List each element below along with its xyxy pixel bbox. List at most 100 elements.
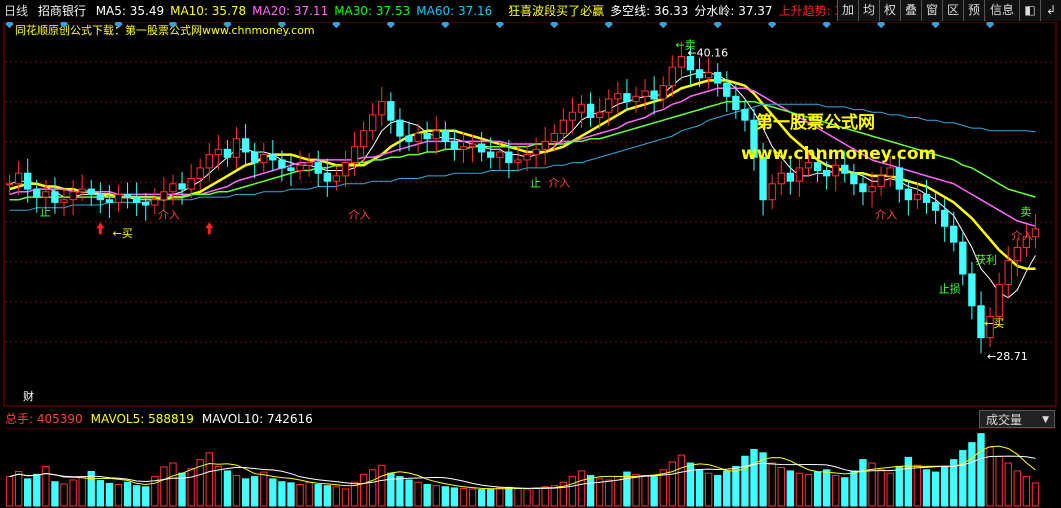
volume-bar bbox=[450, 487, 459, 507]
toolbar-forecast-button[interactable]: 预 bbox=[963, 0, 984, 21]
volume-bar bbox=[96, 480, 105, 507]
volume-bar bbox=[532, 487, 540, 507]
candle-body bbox=[822, 170, 831, 177]
candle-body bbox=[614, 93, 622, 100]
candle bbox=[5, 174, 14, 194]
volume-bar bbox=[214, 465, 223, 507]
toolbar-overlay-button[interactable]: 叠 bbox=[900, 0, 921, 21]
candle bbox=[795, 158, 804, 197]
volume-bar bbox=[550, 485, 558, 507]
volume-bar bbox=[922, 469, 931, 507]
toolbar-ma-button[interactable]: 均 bbox=[858, 0, 879, 21]
toolbar-range-button[interactable]: 区 bbox=[942, 0, 963, 21]
volume-bar bbox=[223, 470, 232, 507]
volume-bar bbox=[114, 484, 123, 507]
candle-body bbox=[514, 159, 522, 164]
candle bbox=[559, 108, 568, 145]
candle bbox=[959, 232, 967, 286]
candle-body bbox=[405, 135, 413, 142]
candle bbox=[305, 153, 313, 177]
toolbar-add-button[interactable]: 加 bbox=[837, 0, 858, 21]
candle-body bbox=[913, 193, 922, 201]
signal-diamond bbox=[713, 22, 722, 29]
candle-body bbox=[205, 154, 213, 169]
volume-bar bbox=[477, 489, 486, 507]
candle-body bbox=[704, 71, 713, 79]
volume-bar bbox=[487, 488, 495, 507]
candle-body bbox=[559, 119, 568, 134]
volume-bar bbox=[160, 466, 168, 507]
volume-indicator-select[interactable]: 成交量 ▼ bbox=[979, 410, 1055, 428]
volume-bar bbox=[1004, 462, 1012, 507]
volume-select-label: 成交量 bbox=[986, 413, 1023, 427]
signal-diamond bbox=[5, 22, 14, 29]
candle-body bbox=[450, 140, 459, 150]
volume-chart[interactable] bbox=[0, 428, 1061, 508]
candle-body bbox=[786, 172, 795, 182]
toolbar-window-button[interactable]: 窗 bbox=[921, 0, 942, 21]
volume-bar bbox=[414, 481, 422, 507]
candle bbox=[132, 182, 141, 216]
candle bbox=[14, 161, 23, 196]
volume-bar bbox=[832, 474, 840, 507]
volume-bar bbox=[1022, 476, 1031, 507]
candle bbox=[868, 171, 876, 208]
finance-marker[interactable]: 财 bbox=[23, 388, 34, 404]
up-arrow-icon bbox=[96, 222, 105, 235]
candle-body bbox=[51, 191, 59, 203]
volume-bar bbox=[704, 472, 713, 507]
candle bbox=[69, 179, 77, 216]
candle-body bbox=[24, 172, 32, 190]
period-label[interactable]: 日线 bbox=[4, 0, 28, 22]
signal-diamond bbox=[277, 22, 287, 29]
toolbar-rights-button[interactable]: 权 bbox=[879, 0, 900, 21]
signal-label: 介入 bbox=[1011, 229, 1033, 242]
candle-body bbox=[895, 167, 903, 190]
candle bbox=[623, 79, 631, 111]
volume-bar bbox=[359, 473, 368, 507]
signal-label: 介入 bbox=[875, 208, 897, 221]
candle-body bbox=[568, 111, 577, 121]
candle-body bbox=[586, 103, 595, 119]
candle-body bbox=[841, 164, 849, 174]
toolbar-info-button[interactable]: 信息 bbox=[984, 0, 1019, 21]
signal-diamond bbox=[876, 22, 886, 29]
ma-label-1: MA10: 35.78 bbox=[170, 4, 247, 18]
volume-legend-item: MAVOL10: 742616 bbox=[201, 412, 313, 426]
candle bbox=[913, 182, 922, 209]
toolbar-exit-icon[interactable]: ↲ bbox=[1040, 0, 1061, 21]
signal-diamond bbox=[114, 22, 123, 29]
volume-bar bbox=[913, 464, 922, 507]
candle-body bbox=[187, 178, 195, 190]
volume-bar bbox=[931, 471, 940, 507]
candle bbox=[369, 102, 377, 141]
candle-body bbox=[241, 138, 250, 153]
candle bbox=[296, 150, 304, 180]
candle-body bbox=[632, 95, 640, 103]
candle-body bbox=[369, 114, 377, 132]
signal-label: ←卖 bbox=[675, 39, 695, 52]
candle bbox=[169, 174, 177, 206]
candle-body bbox=[532, 148, 540, 156]
candle-body bbox=[87, 188, 95, 195]
signal-label: 介入 bbox=[349, 208, 371, 221]
candle-body bbox=[1004, 260, 1012, 286]
signal-label: ←买 bbox=[984, 317, 1004, 330]
candle-body bbox=[341, 162, 350, 177]
volume-bar bbox=[341, 488, 350, 507]
candle-body bbox=[441, 130, 450, 142]
candle-body bbox=[777, 172, 785, 185]
volume-bar bbox=[650, 476, 658, 507]
volume-bar bbox=[1031, 482, 1040, 507]
candle-body bbox=[904, 188, 913, 201]
candle-body bbox=[314, 162, 322, 174]
volume-bar bbox=[795, 472, 804, 507]
volume-bar bbox=[623, 471, 631, 507]
volume-bar bbox=[777, 467, 785, 507]
volume-bar bbox=[387, 472, 395, 507]
signal-label: ←买 bbox=[112, 227, 132, 240]
volume-bar bbox=[296, 484, 304, 507]
candlestick-chart[interactable]: ←40.16←28.71←买介入 介入止止 介入←卖介入止损获利←买介入卖 bbox=[0, 22, 1061, 407]
toolbar-panel-toggle-icon[interactable]: ◧ bbox=[1019, 0, 1040, 21]
signal-label: 获利 bbox=[975, 253, 997, 266]
